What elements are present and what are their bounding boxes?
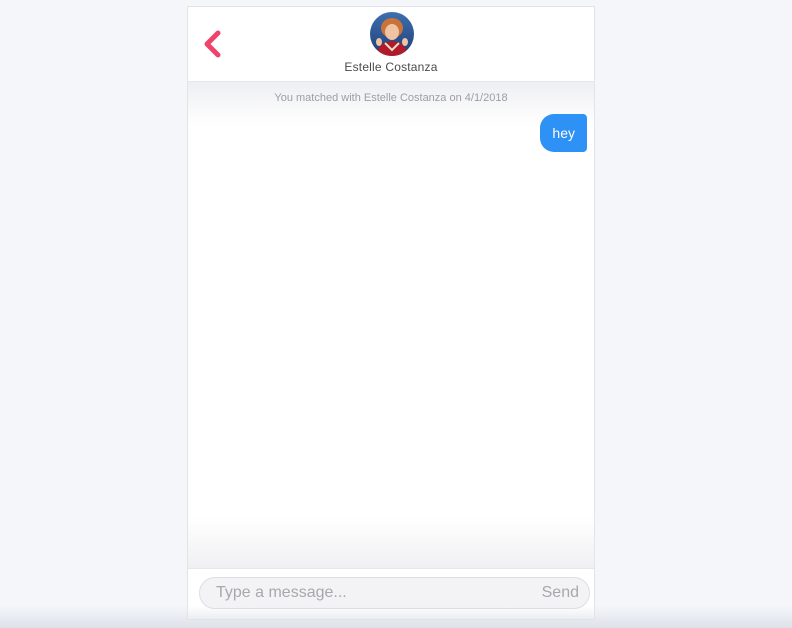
sent-message-bubble: hey xyxy=(540,114,587,152)
match-notice: You matched with Estelle Costanza on 4/1… xyxy=(274,92,508,104)
message-list[interactable]: You matched with Estelle Costanza on 4/1… xyxy=(188,82,594,569)
message-field-container: Send xyxy=(199,577,590,609)
bottom-shadow xyxy=(0,606,792,628)
chat-header: Estelle Costanza xyxy=(188,7,594,82)
contact-name: Estelle Costanza xyxy=(344,60,438,74)
page: Estelle Costanza You matched with Estell… xyxy=(0,0,792,628)
back-button[interactable] xyxy=(200,29,224,59)
chat-window: Estelle Costanza You matched with Estell… xyxy=(187,6,595,620)
avatar[interactable] xyxy=(370,12,414,56)
send-button[interactable]: Send xyxy=(542,578,579,608)
chevron-left-icon xyxy=(204,30,221,58)
message-input[interactable] xyxy=(216,578,516,608)
